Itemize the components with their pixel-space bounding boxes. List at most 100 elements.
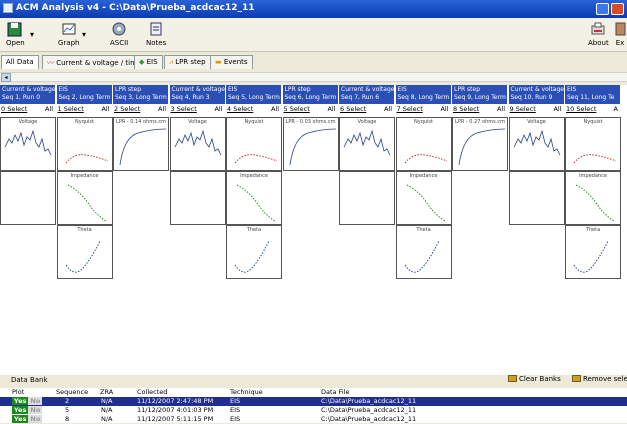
select-all-link[interactable]: All [158, 105, 166, 114]
tab-current-voltage[interactable]: 〰 Current & voltage / time [42, 55, 147, 69]
column-header[interactable]: LPR step Seq 9, Long Term [452, 85, 508, 104]
header-plot: Plot [12, 388, 25, 396]
plot-thumbnail[interactable]: Voltage [508, 117, 565, 171]
table-row[interactable]: Yes No 5 N/A 11/12/2007 4:01:03 PM EIS C:… [0, 406, 627, 415]
select-all-link[interactable]: All [271, 105, 279, 114]
column-title: Current & voltage [510, 86, 564, 93]
column-title: LPR step [284, 86, 311, 93]
select-all-link[interactable]: A [614, 105, 618, 114]
select-all-link[interactable]: All [45, 105, 53, 114]
plot-thumbnail[interactable]: Nyquist [395, 117, 452, 171]
plot-thumbnail[interactable]: Theta [395, 225, 452, 279]
plot-thumbnail[interactable]: Theta [56, 225, 113, 279]
tab-all-data[interactable]: All Data [1, 55, 39, 69]
exit-button[interactable]: Ex [614, 21, 626, 47]
column-header[interactable]: EIS Seq 5, Long Term [226, 85, 282, 104]
header-zra: ZRA [100, 388, 114, 396]
plot-thumbnail[interactable]: LPR - 0.03 ohms.cm [282, 117, 339, 171]
plot-no-toggle[interactable]: No [28, 397, 43, 405]
column-header[interactable]: EIS Seq 11, Long Te [565, 85, 621, 104]
folder-icon [508, 375, 517, 382]
plot-thumbnail[interactable]: Voltage [169, 117, 226, 171]
plot-thumbnail[interactable]: Nyquist [56, 117, 113, 171]
minimize-button[interactable] [596, 3, 609, 15]
select-link[interactable]: 5 Select [284, 105, 310, 113]
plot-thumbnail[interactable] [169, 171, 226, 225]
column-title: EIS [58, 86, 68, 93]
plot-yes-toggle[interactable]: Yes [12, 406, 29, 414]
plot-thumbnail[interactable]: Theta [565, 225, 621, 279]
column-header[interactable]: LPR step Seq 3, Long Term [113, 85, 169, 104]
column-header[interactable]: EIS Seq 8, Long Term [395, 85, 452, 104]
clear-banks-label: Clear Banks [519, 375, 561, 383]
table-row[interactable]: Yes No 2 N/A 11/12/2007 2:47:48 PM EIS C:… [0, 397, 627, 406]
plot-thumbnail[interactable]: Impedance [565, 171, 621, 225]
graph-dropdown-icon[interactable]: ▾ [82, 30, 86, 39]
app-icon [3, 3, 13, 13]
open-dropdown-icon[interactable]: ▾ [30, 30, 34, 39]
plot-no-toggle[interactable]: No [28, 406, 43, 414]
column-header[interactable]: Current & voltage Seq 1, Run 0 [0, 85, 56, 104]
column-sequence: Seq 6, Long Term [284, 94, 337, 101]
plot-thumbnail[interactable]: Voltage [0, 117, 56, 171]
plot-yes-toggle[interactable]: Yes [12, 415, 29, 423]
wave-icon: 〰 [47, 59, 57, 67]
exit-icon [615, 22, 626, 36]
plot-yes-toggle[interactable]: Yes [12, 397, 29, 405]
plot-curve [236, 184, 276, 222]
ascii-button[interactable]: ASCII [110, 21, 128, 47]
tab-lpr-step[interactable]: ⩘ LPR step [164, 55, 211, 69]
select-link[interactable]: 10 Select [566, 105, 596, 113]
open-button[interactable]: Open [6, 21, 25, 47]
plot-thumbnail[interactable] [0, 171, 56, 225]
plot-thumbnail[interactable]: Voltage [339, 117, 395, 171]
plot-thumbnail[interactable]: Nyquist [565, 117, 621, 171]
horizontal-scrollbar[interactable]: ◂ [0, 72, 627, 82]
notes-button[interactable]: Notes [146, 21, 166, 47]
plot-thumbnail[interactable]: Nyquist [226, 117, 282, 171]
plot-thumbnail[interactable]: LPR - 0.14 ohms.cm [113, 117, 169, 171]
column-header[interactable]: EIS Seq 2, Long Term [56, 85, 113, 104]
column-header[interactable]: LPR step Seq 6, Long Term [282, 85, 339, 104]
plot-thumbnail[interactable]: Theta [226, 225, 282, 279]
plot-thumbnail[interactable]: Impedance [56, 171, 113, 225]
select-all-link[interactable]: All [214, 105, 222, 114]
select-link[interactable]: 6 Select [340, 105, 366, 113]
select-all-link[interactable]: All [327, 105, 335, 114]
select-all-link[interactable]: All [440, 105, 448, 114]
tab-events[interactable]: ▬ Events [210, 55, 253, 69]
remove-selected-button[interactable]: Remove selec [572, 375, 627, 383]
plot-thumbnail[interactable]: Impedance [395, 171, 452, 225]
close-button[interactable] [611, 3, 624, 15]
tab-eis[interactable]: ◆ EIS [134, 55, 163, 69]
select-link[interactable]: 9 Select [510, 105, 536, 113]
plot-thumbnail[interactable]: Impedance [226, 171, 282, 225]
select-all-link[interactable]: All [101, 105, 109, 114]
select-link[interactable]: 2 Select [114, 105, 140, 113]
select-link[interactable]: 1 Select [58, 105, 84, 113]
plot-thumbnail[interactable] [508, 171, 565, 225]
select-all-link[interactable]: All [384, 105, 392, 114]
select-link[interactable]: 8 Select [453, 105, 479, 113]
plot-thumbnail[interactable] [339, 171, 395, 225]
select-link[interactable]: 0 Select [1, 105, 27, 113]
column-header[interactable]: Current & voltage Seq 10, Run 9 [508, 85, 565, 104]
column-title: LPR step [115, 86, 142, 93]
plot-thumbnail[interactable]: LPR - 0.27 ohms.cm [452, 117, 508, 171]
data-bank-label: Data Bank [11, 376, 48, 384]
select-all-link[interactable]: All [553, 105, 561, 114]
plot-no-toggle[interactable]: No [28, 415, 43, 423]
clear-banks-button[interactable]: Clear Banks [508, 375, 561, 383]
notes-icon [150, 22, 162, 36]
select-link[interactable]: 4 Select [227, 105, 253, 113]
graph-button[interactable]: Graph [58, 21, 79, 47]
about-button[interactable]: About [588, 21, 609, 47]
scroll-left-icon[interactable]: ◂ [1, 73, 11, 82]
select-all-link[interactable]: All [497, 105, 505, 114]
select-link[interactable]: 3 Select [171, 105, 197, 113]
column-sequence: Seq 11, Long Te [567, 94, 615, 101]
column-title: Current & voltage [171, 86, 225, 93]
column-header[interactable]: Current & voltage Seq 4, Run 3 [169, 85, 226, 104]
column-header[interactable]: Current & voltage Seq 7, Run 6 [339, 85, 395, 104]
select-link[interactable]: 7 Select [397, 105, 423, 113]
